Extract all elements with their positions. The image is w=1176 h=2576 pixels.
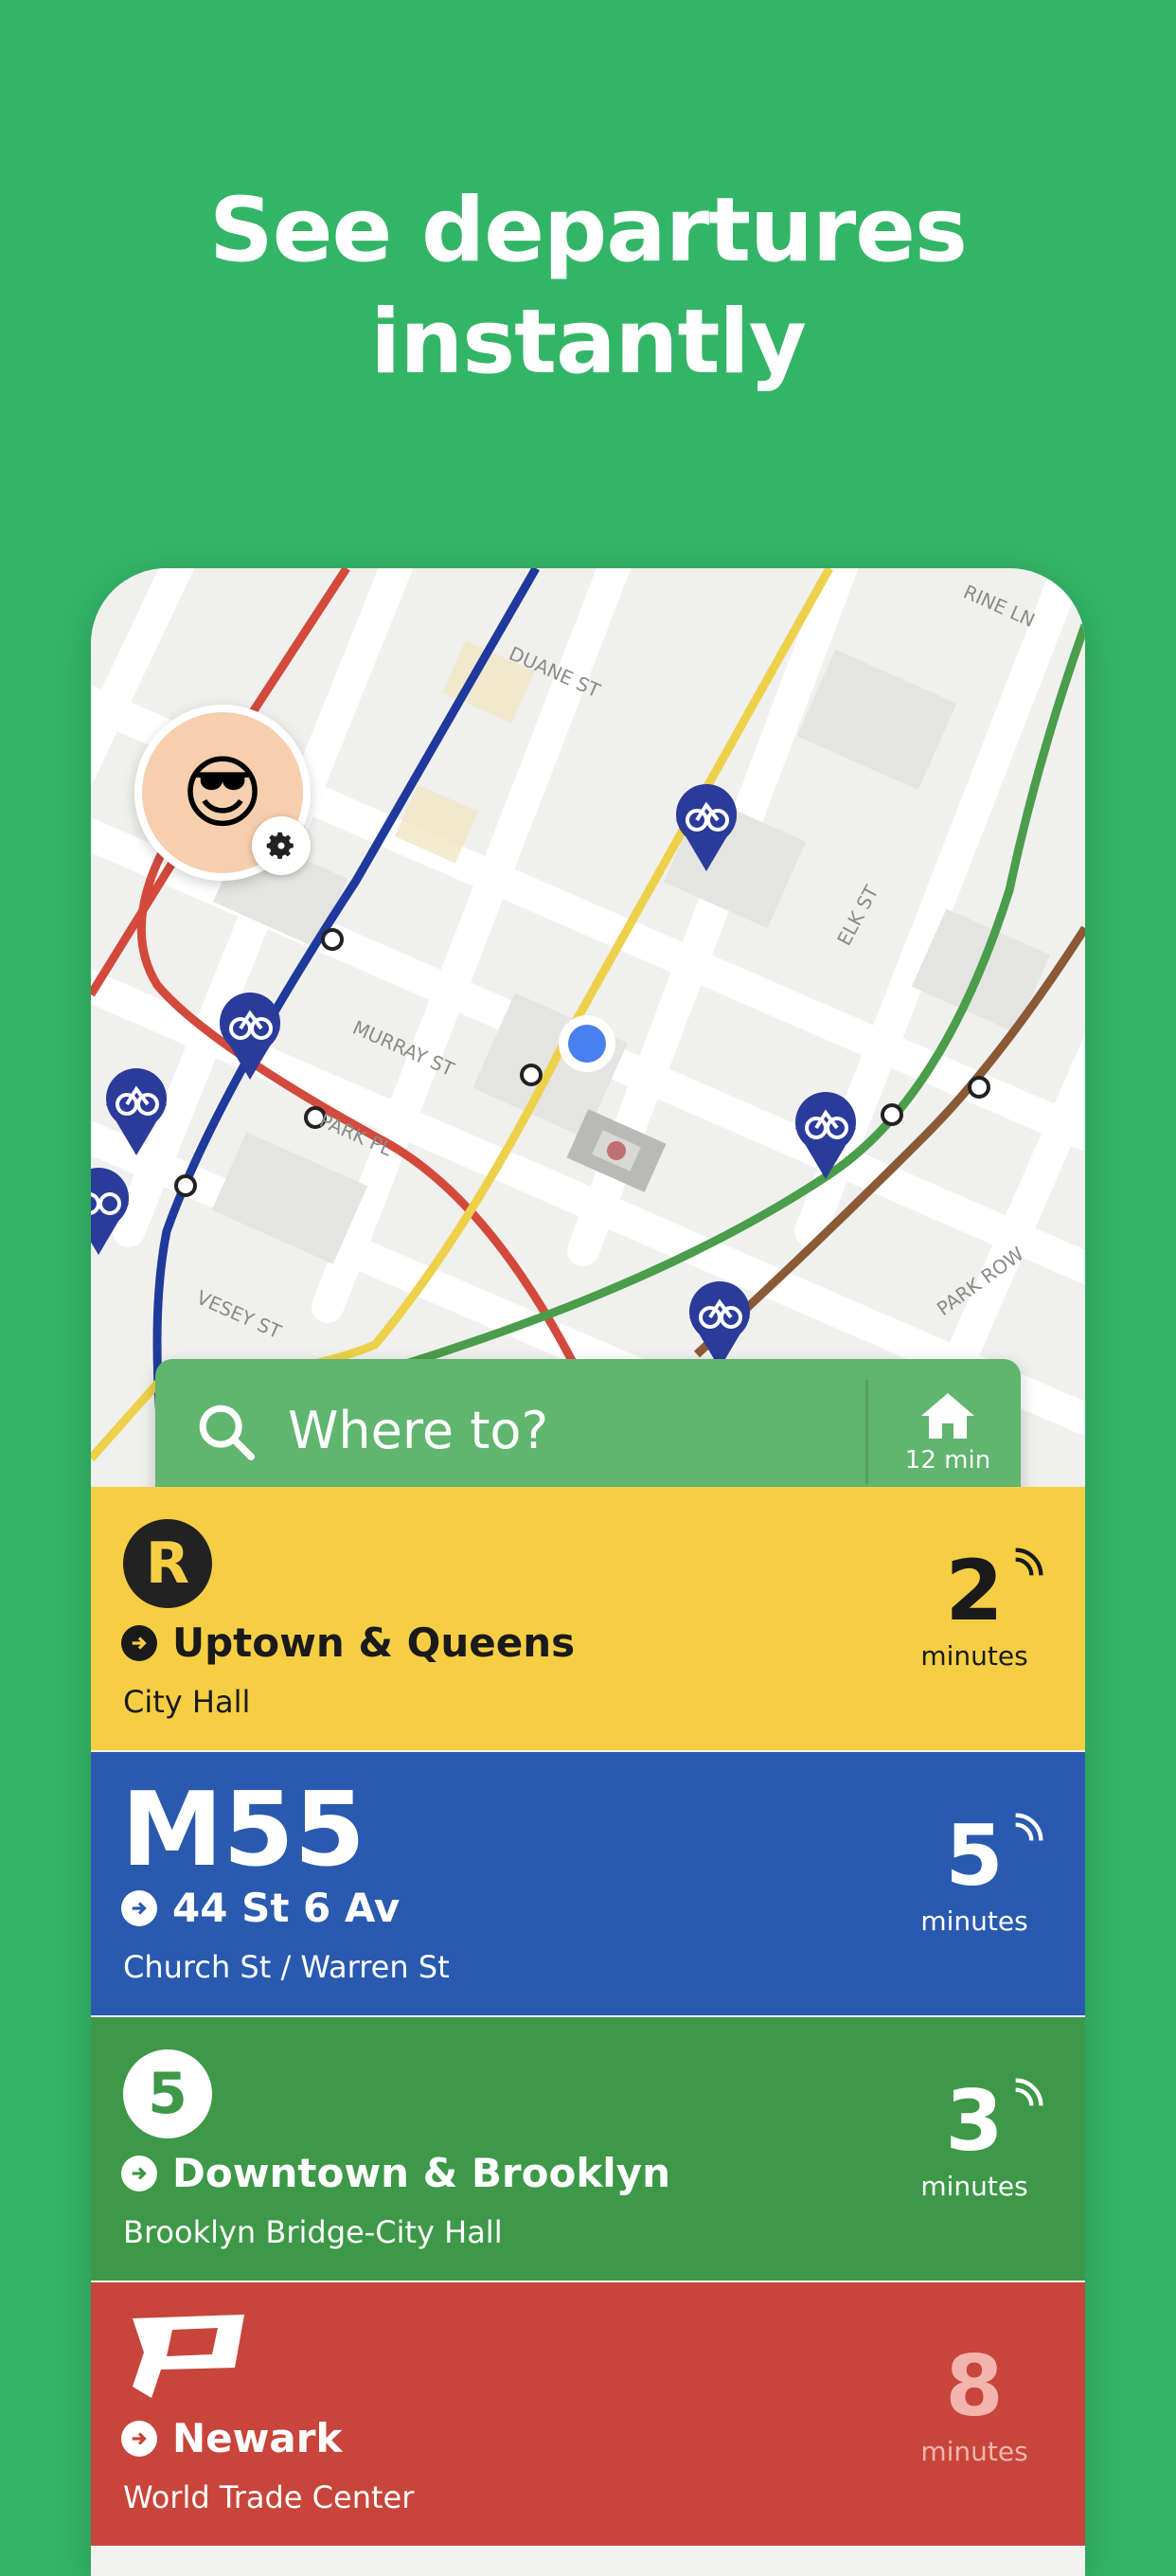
stop-label: City Hall [123, 1684, 251, 1720]
eta-unit: minutes [920, 2436, 1028, 2467]
stop-label: Church St / Warren St [123, 1949, 450, 1985]
home-icon [921, 1393, 974, 1439]
stop-label: World Trade Center [123, 2479, 415, 2515]
direction-row: Downtown & Brooklyn [121, 2150, 670, 2196]
direction-label: Newark [172, 2415, 343, 2461]
search-input[interactable]: Where to? [288, 1401, 548, 1460]
direction-row: Newark [121, 2415, 342, 2461]
direction-label: 44 St 6 Av [172, 1885, 401, 1931]
eta: 8 minutes [913, 2337, 1036, 2468]
arrow-right-icon [121, 1624, 157, 1661]
search-divider [865, 1380, 868, 1484]
departure-card-r[interactable]: R Uptown & Queens City Hall 2 minutes [91, 1487, 1085, 1750]
arrow-right-icon [121, 2155, 157, 2191]
search-bar[interactable]: Where to? 12 min [155, 1359, 1021, 1505]
headline: See departures instantly [0, 175, 1176, 399]
avatar-emoji: 😎 [181, 746, 264, 839]
eta-number: 8 [945, 2337, 1004, 2435]
route-badge: R [123, 1519, 212, 1608]
eta-unit: minutes [920, 1905, 1028, 1937]
direction-label: Downtown & Brooklyn [172, 2150, 670, 2196]
realtime-signal-icon [1009, 1544, 1047, 1585]
eta-unit: minutes [920, 1640, 1028, 1672]
phone-frame: DUANE ST MURRAY ST PARK PL ELK ST PARK R… [91, 568, 1085, 2576]
realtime-signal-icon [1009, 2074, 1047, 2116]
route-badge: 5 [123, 2049, 212, 2138]
eta-unit: minutes [920, 2171, 1028, 2202]
gear-icon[interactable] [252, 816, 311, 875]
path-logo-icon [123, 2311, 246, 2406]
direction-label: Uptown & Queens [172, 1619, 576, 1666]
arrow-right-icon [121, 1889, 157, 1926]
headline-line-1: See departures [209, 179, 968, 282]
realtime-signal-icon [1009, 1809, 1047, 1851]
stop-label: Brooklyn Bridge-City Hall [123, 2214, 503, 2250]
home-button[interactable]: 12 min [875, 1359, 1021, 1505]
search-icon [193, 1399, 259, 1469]
route-label: M55 [121, 1771, 365, 1889]
departure-card-m55[interactable]: M55 44 St 6 Av Church St / Warren St 5 m… [91, 1752, 1085, 2015]
home-eta: 12 min [904, 1446, 991, 1475]
headline-line-2: instantly [370, 291, 807, 394]
departure-card-5[interactable]: 5 Downtown & Brooklyn Brooklyn Bridge-Ci… [91, 2017, 1085, 2281]
current-location-icon [568, 1025, 606, 1063]
arrow-right-icon [121, 2420, 157, 2457]
direction-row: 44 St 6 Av [121, 1885, 400, 1931]
direction-row: Uptown & Queens [121, 1619, 575, 1666]
departure-card-path[interactable]: Newark World Trade Center 8 minutes [91, 2282, 1085, 2546]
